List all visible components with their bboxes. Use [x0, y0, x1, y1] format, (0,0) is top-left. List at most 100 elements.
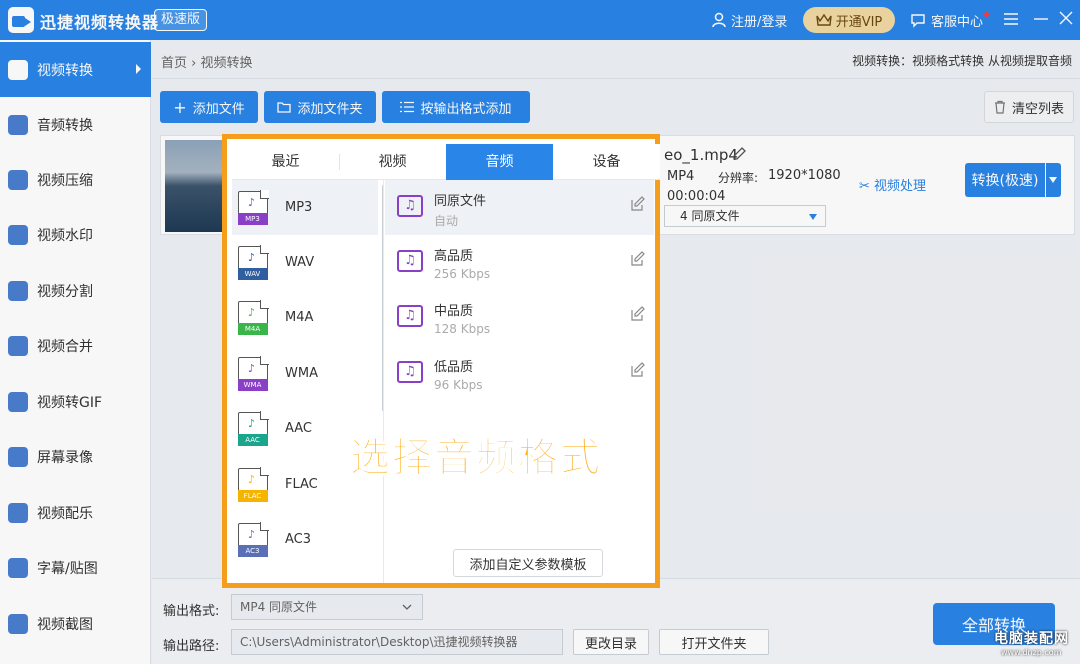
tab-video[interactable]: 视频: [339, 144, 446, 180]
sidebar-item-video-compress[interactable]: 视频压缩: [0, 152, 151, 207]
tab-recent[interactable]: 最近: [232, 144, 339, 180]
quality-name: 中品质: [434, 304, 474, 319]
edit-icon[interactable]: [630, 196, 646, 212]
flac-file-icon: ♪ FLAC: [237, 467, 269, 502]
quality-detail: 128 Kbps: [434, 322, 491, 336]
clear-list-label: 清空列表: [1011, 101, 1064, 117]
watermark-url: www.dnzp.com: [1001, 648, 1062, 657]
wma-file-icon: ♪ WMA: [237, 356, 269, 391]
video-process-button[interactable]: ✂ 视频处理: [859, 175, 926, 194]
video-screenshot-icon: [8, 613, 28, 634]
video-compress-icon: [8, 169, 28, 190]
quality-item-original[interactable]: ♫ 同原文件 自动: [385, 180, 654, 235]
sidebar-item-label: 视频截图: [37, 616, 93, 633]
edit-icon[interactable]: [630, 362, 646, 378]
add-folder-button[interactable]: 添加文件夹: [264, 91, 376, 123]
sidebar-item-label: 视频转GIF: [37, 394, 103, 411]
sidebar-item-video-music[interactable]: 视频配乐: [0, 485, 151, 540]
sidebar-item-video-watermark[interactable]: 视频水印: [0, 207, 151, 262]
tab-audio[interactable]: 音频: [446, 144, 553, 180]
open-folder-button[interactable]: 打开文件夹: [659, 629, 769, 655]
add-by-format-button[interactable]: 按输出格式添加: [382, 91, 530, 123]
divider: [152, 78, 1080, 79]
add-file-label: 添加文件: [192, 101, 245, 117]
sidebar-item-video-split[interactable]: 视频分割: [0, 263, 151, 318]
format-picker-popup: 最近 视频 音频 设备 ♪ MP3 MP3 ♪ WAV WAV ♪ M4A M4A ♪…: [222, 134, 660, 588]
file-format: MP4: [667, 169, 695, 184]
watermark-text: 电脑装配网: [994, 631, 1069, 647]
format-tabs: 最近 视频 音频 设备: [232, 144, 660, 180]
breadcrumb-separator: ›: [191, 56, 201, 71]
sidebar-item-video-gif[interactable]: 视频转GIF: [0, 374, 151, 429]
app-edition-badge: 极速版: [154, 9, 208, 31]
header-hint: 视频转换：视频格式转换 从视频提取音频: [852, 54, 1072, 68]
add-by-format-label: 按输出格式添加: [420, 101, 512, 117]
wav-icon-tag: WAV: [237, 268, 268, 280]
quality-item-medium[interactable]: ♫ 中品质 128 Kbps: [385, 290, 654, 345]
quality-detail: 96 Kbps: [434, 378, 483, 392]
music-note-icon: ♫: [397, 195, 423, 217]
close-icon[interactable]: [1056, 10, 1076, 30]
menu-icon[interactable]: [1001, 10, 1021, 30]
add-file-button[interactable]: + 添加文件: [160, 91, 258, 123]
output-format-label: 输出格式:: [163, 604, 220, 619]
output-path-field[interactable]: C:\Users\Administrator\Desktop\迅捷视频转换器: [231, 629, 563, 655]
format-item-mp3[interactable]: ♪ MP3 MP3: [232, 180, 378, 235]
format-item-m4a[interactable]: ♪ M4A M4A: [232, 290, 378, 345]
output-quality-select[interactable]: 4 同原文件: [664, 205, 826, 227]
sidebar-item-screen-record[interactable]: 屏幕录像: [0, 429, 151, 484]
app-logo-icon: [8, 7, 34, 33]
resolution-value: 1920*1080: [768, 168, 841, 183]
login-button[interactable]: 注册/登录: [712, 9, 787, 31]
breadcrumb-current: 视频转换: [200, 56, 253, 71]
convert-button[interactable]: 转换(极速): [965, 163, 1045, 197]
clear-list-button[interactable]: 清空列表: [984, 91, 1074, 123]
format-item-wma[interactable]: ♪ WMA WMA: [232, 346, 378, 401]
sidebar-item-video-convert[interactable]: 视频转换: [0, 42, 151, 97]
sidebar-item-label: 视频水印: [37, 227, 93, 244]
format-item-ac3[interactable]: ♪ AC3 AC3: [232, 512, 378, 567]
minimize-icon[interactable]: [1031, 10, 1051, 30]
output-format-value: MP4 同原文件: [240, 600, 318, 614]
output-format-select[interactable]: MP4 同原文件: [231, 594, 423, 620]
breadcrumb: 首页 › 视频转换: [161, 52, 253, 71]
m4a-icon-tag: M4A: [237, 323, 268, 335]
flac-icon-tag: FLAC: [237, 490, 268, 502]
format-item-wav[interactable]: ♪ WAV WAV: [232, 235, 378, 290]
quality-name: 低品质: [434, 360, 474, 375]
quality-item-low[interactable]: ♫ 低品质 96 Kbps: [385, 346, 654, 401]
edit-icon[interactable]: [630, 251, 646, 267]
vip-label: 开通VIP: [835, 14, 883, 30]
music-note-icon: ♫: [397, 361, 423, 383]
chevron-down-icon: [402, 604, 412, 610]
sidebar-item-video-screenshot[interactable]: 视频截图: [0, 596, 151, 651]
format-label: AAC: [285, 421, 312, 436]
convert-dropdown-button[interactable]: [1046, 163, 1061, 197]
sidebar-item-audio-convert[interactable]: 音频转换: [0, 97, 151, 152]
tab-device[interactable]: 设备: [553, 144, 660, 180]
sidebar-item-label: 屏幕录像: [37, 449, 93, 466]
video-split-icon: [8, 280, 28, 301]
aac-file-icon: ♪ AAC: [237, 411, 269, 446]
breadcrumb-home[interactable]: 首页: [161, 56, 187, 71]
add-custom-template-button[interactable]: 添加自定义参数模板: [453, 549, 603, 577]
quality-detail: 256 Kbps: [434, 267, 491, 281]
sidebar-item-subtitle[interactable]: 字幕/贴图: [0, 540, 151, 595]
format-label: AC3: [285, 532, 312, 547]
pencil-icon[interactable]: [733, 147, 746, 161]
vip-button[interactable]: 开通VIP: [803, 7, 895, 33]
video-thumbnail: [165, 140, 227, 232]
sidebar-item-video-merge[interactable]: 视频合并: [0, 318, 151, 373]
edit-icon[interactable]: [630, 306, 646, 322]
format-label: WMA: [285, 366, 318, 381]
sidebar-item-label: 视频合并: [37, 338, 93, 355]
resolution-label: 分辨率:: [718, 171, 759, 185]
format-list-scrollbar[interactable]: [382, 184, 383, 412]
subtitle-icon: [8, 557, 28, 578]
quality-item-high[interactable]: ♫ 高品质 256 Kbps: [385, 235, 654, 290]
change-dir-button[interactable]: 更改目录: [573, 629, 649, 655]
service-button[interactable]: 客服中心: [910, 9, 990, 31]
list-icon: [400, 101, 415, 113]
video-gif-icon: [8, 391, 28, 412]
mp3-file-icon: ♪ MP3: [237, 190, 269, 225]
